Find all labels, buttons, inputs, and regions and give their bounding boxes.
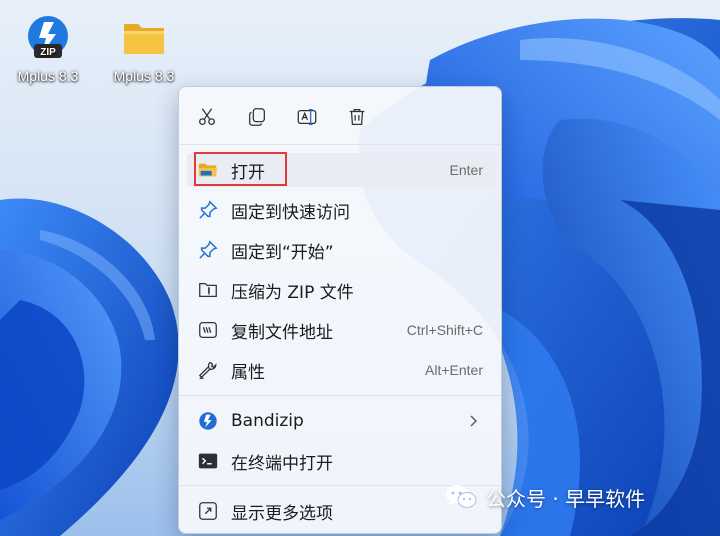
menu-item-open[interactable]: 打开 Enter [187,152,495,187]
chevron-right-icon [470,415,477,427]
watermark: 公众号 · 早早软件 [444,482,645,512]
trash-icon [349,109,365,125]
scissors-icon [199,108,215,125]
menu-item-open-terminal[interactable]: 在终端中打开 [187,444,495,478]
menu-item-label: Bandizip [231,411,304,431]
cut-button[interactable] [191,101,223,133]
delete-button[interactable] [341,101,373,133]
copy-path-icon [197,319,219,341]
desktop-icon-mplus-zip[interactable]: ZIP Mplus 8.3 [10,14,86,84]
menu-item-properties[interactable]: 属性 Alt+Enter [187,353,495,387]
menu-item-label: 显示更多选项 [231,503,333,524]
terminal-icon [197,450,219,472]
zip-folder-icon [197,279,219,301]
rename-icon [297,109,317,125]
wechat-icon [446,485,477,508]
menu-item-pin-quick-access[interactable]: 固定到快速访问 [187,193,495,227]
desktop-icon-label: Mplus 8.3 [17,68,79,84]
menu-item-label: 固定到“开始” [231,242,334,263]
bandizip-zip-icon: ZIP [28,16,68,58]
desktop-icon-mplus-folder[interactable]: Mplus 8.3 [106,14,182,84]
context-menu-toolbar [191,101,373,133]
pin-icon [197,199,219,221]
red-highlight-box [194,152,287,186]
context-menu: 打开 Enter 固定到快速访问 固定到“开始” 压缩为 ZIP 文件 复制文件… [178,86,502,534]
menu-item-shortcut: Enter [449,162,483,178]
wrench-icon [197,359,219,381]
menu-item-bandizip[interactable]: Bandizip [187,404,495,438]
menu-item-label: 压缩为 ZIP 文件 [231,282,354,303]
menu-item-copy-path[interactable]: 复制文件地址 Ctrl+Shift+C [187,313,495,347]
menu-item-shortcut: Alt+Enter [425,362,483,378]
menu-separator [179,395,501,396]
desktop-icon-label: Mplus 8.3 [113,68,175,84]
menu-separator [179,144,501,145]
menu-item-label: 复制文件地址 [231,322,333,343]
menu-item-shortcut: Ctrl+Shift+C [406,322,483,338]
copy-icon [249,108,265,126]
menu-item-label: 属性 [231,362,265,383]
rename-button[interactable] [291,101,323,133]
desktop: ZIP Mplus 8.3 Mplus 8.3 打开 Enter 固定到快速访问… [0,0,720,536]
pin-icon [197,239,219,261]
more-options-icon [197,500,219,522]
menu-item-compress-zip[interactable]: 压缩为 ZIP 文件 [187,273,495,307]
menu-item-label: 在终端中打开 [231,453,333,474]
svg-text:ZIP: ZIP [40,47,56,58]
menu-item-pin-start[interactable]: 固定到“开始” [187,233,495,267]
copy-button[interactable] [241,101,273,133]
watermark-text: 公众号 · 早早软件 [486,486,646,511]
bandizip-icon [197,410,219,432]
menu-item-label: 固定到快速访问 [231,202,350,223]
folder-icon [124,24,164,54]
